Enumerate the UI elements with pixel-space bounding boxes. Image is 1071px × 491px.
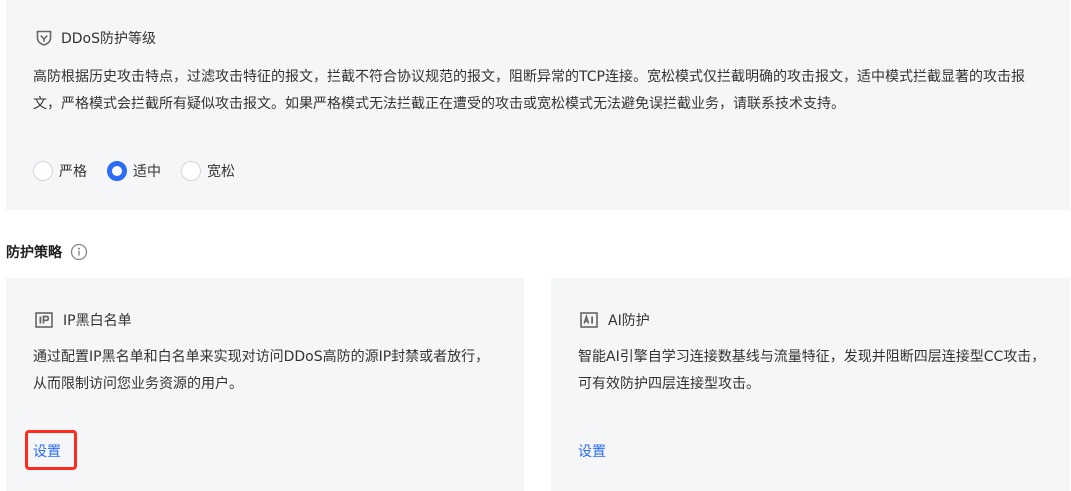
ddos-header: DDoS防护等级 xyxy=(35,28,156,48)
ai-protection-card: AI防护 智能AI引擎自学习连接数基线与流量特征，发现并阻断四层连接型CC攻击，… xyxy=(551,278,1070,491)
ip-settings-link[interactable]: 设置 xyxy=(33,441,61,461)
ai-card-header: AI防护 xyxy=(580,310,650,330)
radio-loose-circle[interactable] xyxy=(181,161,201,181)
ai-card-title: AI防护 xyxy=(608,313,650,329)
ip-blacklist-card: IP黑白名单 通过配置IP黑名单和白名单来实现对访问DDoS高防的源IP封禁或者… xyxy=(6,278,524,491)
radio-option-loose[interactable]: 宽松 xyxy=(181,161,235,181)
ddos-title: DDoS防护等级 xyxy=(61,31,157,47)
radio-moderate-label: 适中 xyxy=(133,164,161,180)
radio-strict-label: 严格 xyxy=(59,164,87,180)
radio-option-moderate[interactable]: 适中 xyxy=(107,161,161,181)
ip-icon xyxy=(35,312,53,328)
protection-level-radio-group: 严格 适中 宽松 xyxy=(33,159,255,183)
page: DDoS防护等级 高防根据历史攻击特点，过滤攻击特征的报文，拦截不符合协议规范的… xyxy=(0,0,1071,491)
ai-icon xyxy=(580,312,598,328)
shield-icon xyxy=(35,29,53,47)
radio-option-strict[interactable]: 严格 xyxy=(33,161,87,181)
ddos-protection-panel: DDoS防护等级 高防根据历史攻击特点，过滤攻击特征的报文，拦截不符合协议规范的… xyxy=(6,0,1070,210)
section-title: 防护策略 xyxy=(6,241,88,263)
ai-card-description: 智能AI引擎自学习连接数基线与流量特征，发现并阻断四层连接型CC攻击，可有效防护… xyxy=(578,349,1046,392)
ai-settings-link[interactable]: 设置 xyxy=(578,441,606,461)
radio-strict-circle[interactable] xyxy=(33,161,53,181)
ddos-description: 高防根据历史攻击特点，过滤攻击特征的报文，拦截不符合协议规范的报文，阻断异常的T… xyxy=(33,69,1025,112)
radio-loose-label: 宽松 xyxy=(207,164,235,180)
ip-card-description: 通过配置IP黑名单和白名单来实现对访问DDoS高防的源IP封禁或者放行，从而限制… xyxy=(33,349,490,392)
info-circle-icon[interactable] xyxy=(70,243,88,261)
radio-moderate-circle[interactable] xyxy=(107,161,127,181)
ip-card-header: IP黑白名单 xyxy=(35,310,132,330)
section-title-text: 防护策略 xyxy=(6,245,62,261)
ip-card-title: IP黑白名单 xyxy=(63,313,132,329)
